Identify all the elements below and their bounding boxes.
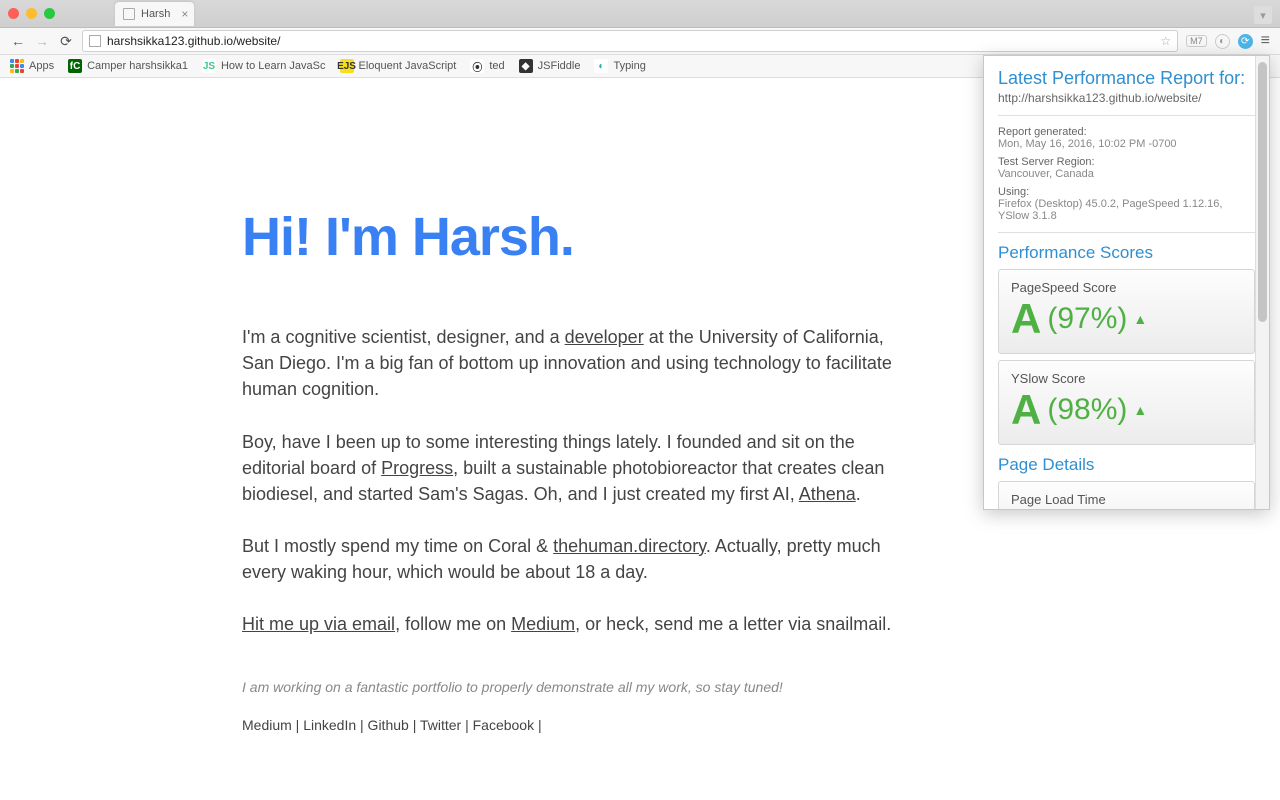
bookmark-ted[interactable]: ⦿ ted (470, 59, 504, 73)
intro-para-3: But I mostly spend my time on Coral & th… (242, 533, 900, 585)
bookmark-favicon: fC (68, 59, 82, 73)
profile-button[interactable]: ▾ (1254, 6, 1272, 24)
back-button[interactable]: ← (10, 33, 26, 49)
popup-divider (998, 115, 1255, 116)
popup-scrollbar-track[interactable] (1255, 56, 1269, 509)
bookmark-label: Camper harshsikka1 (87, 60, 188, 72)
bookmark-favicon: JS (202, 59, 216, 73)
using-label: Using: (998, 186, 1255, 198)
tab-title: Harsh (141, 8, 170, 20)
popup-scrollbar-thumb[interactable] (1258, 62, 1267, 322)
bookmark-apps[interactable]: Apps (10, 59, 54, 73)
bookmark-camper-harshsikka1[interactable]: fC Camper harshsikka1 (68, 59, 188, 73)
extension-badge[interactable]: M7 (1186, 35, 1207, 47)
window-titlebar: Harsh × ▾ (0, 0, 1280, 28)
bookmark-favicon: ⦿ (470, 59, 484, 73)
bookmark-label: Typing (613, 60, 645, 72)
bookmark-label: How to Learn JavaSc (221, 60, 326, 72)
bookmark-star-icon[interactable]: ☆ (1160, 34, 1171, 48)
site-info-icon[interactable] (89, 35, 101, 47)
portfolio-note: I am working on a fantastic portfolio to… (242, 677, 900, 697)
reload-button[interactable]: ⟳ (58, 33, 74, 49)
apps-grid-icon (10, 59, 24, 73)
page-load-card[interactable]: Page Load Time 0.5s ▲ (998, 481, 1255, 510)
url-text: harshsikka123.github.io/website/ (107, 34, 280, 48)
close-window-button[interactable] (8, 8, 19, 19)
server-region-label: Test Server Region: (998, 156, 1255, 168)
intro-para-4: Hit me up via email, follow me on Medium… (242, 611, 900, 637)
yslow-scorecard[interactable]: YSlow Score A (98%) ▲ (998, 360, 1255, 445)
link-athena[interactable]: Athena (799, 484, 856, 504)
popup-title: Latest Performance Report for: (998, 68, 1255, 89)
forward-button[interactable]: → (34, 33, 50, 49)
caret-up-icon: ▲ (1133, 311, 1147, 327)
gtmetrix-extension-icon[interactable]: ⟳ (1238, 34, 1253, 49)
bookmark-label: Eloquent JavaScript (359, 60, 457, 72)
maximize-window-button[interactable] (44, 8, 55, 19)
bookmark-jsfiddle[interactable]: ◆ JSFiddle (519, 59, 581, 73)
minimize-window-button[interactable] (26, 8, 37, 19)
bookmark-favicon: EJS (340, 59, 354, 73)
link-developer[interactable]: developer (565, 327, 644, 347)
server-region-value: Vancouver, Canada (998, 168, 1255, 180)
link-medium[interactable]: Medium (511, 614, 575, 634)
pagespeed-pct: (97%) (1047, 302, 1127, 336)
gtmetrix-popup: Latest Performance Report for: http://ha… (983, 55, 1270, 510)
page-load-value: 0.5s (1011, 507, 1075, 510)
bookmark-eloquent-javascript[interactable]: EJS Eloquent JavaScript (340, 59, 457, 73)
tab-close-icon[interactable]: × (181, 7, 188, 21)
using-value: Firefox (Desktop) 45.0.2, PageSpeed 1.12… (998, 198, 1255, 222)
bookmark-label: JSFiddle (538, 60, 581, 72)
popup-divider-2 (998, 232, 1255, 233)
pagespeed-grade: A (1011, 295, 1041, 343)
link-human-directory[interactable]: thehuman.directory (553, 536, 706, 556)
pagespeed-scorecard[interactable]: PageSpeed Score A (97%) ▲ (998, 269, 1255, 354)
caret-up-icon: ▲ (1133, 402, 1147, 418)
browser-toolbar: ← → ⟳ harshsikka123.github.io/website/ ☆… (0, 28, 1280, 55)
browser-tab[interactable]: Harsh × (115, 2, 194, 26)
bookmark-label: Apps (29, 60, 54, 72)
bookmark-favicon: ◐ (594, 59, 608, 73)
pagespeed-label: PageSpeed Score (1011, 280, 1242, 295)
bookmark-typing[interactable]: ◐ Typing (594, 59, 645, 73)
popup-url: http://harshsikka123.github.io/website/ (998, 91, 1255, 105)
page-heading: Hi! I'm Harsh. (242, 198, 900, 276)
link-progress[interactable]: Progress (381, 458, 453, 478)
yslow-label: YSlow Score (1011, 371, 1242, 386)
intro-para-1: I'm a cognitive scientist, designer, and… (242, 324, 900, 402)
report-generated-value: Mon, May 16, 2016, 10:02 PM -0700 (998, 138, 1255, 150)
page-details-heading: Page Details (998, 455, 1255, 475)
report-generated-label: Report generated: (998, 126, 1255, 138)
yslow-grade: A (1011, 386, 1041, 434)
yslow-pct: (98%) (1047, 393, 1127, 427)
social-links[interactable]: Medium | LinkedIn | Github | Twitter | F… (242, 715, 900, 735)
traffic-lights (8, 8, 55, 19)
link-email[interactable]: Hit me up via email (242, 614, 395, 634)
bookmark-favicon: ◆ (519, 59, 533, 73)
performance-scores-heading: Performance Scores (998, 243, 1255, 263)
page-load-label: Page Load Time (1011, 492, 1242, 507)
extension-icon-1[interactable]: ◐ (1215, 34, 1230, 49)
tab-favicon (123, 8, 135, 20)
page-content: Hi! I'm Harsh. I'm a cognitive scientist… (0, 78, 900, 736)
chrome-menu-button[interactable]: ≡ (1261, 32, 1270, 50)
bookmark-how-to-learn-javasc[interactable]: JS How to Learn JavaSc (202, 59, 326, 73)
bookmark-label: ted (489, 60, 504, 72)
address-bar[interactable]: harshsikka123.github.io/website/ ☆ (82, 30, 1178, 52)
intro-para-2: Boy, have I been up to some interesting … (242, 429, 900, 507)
